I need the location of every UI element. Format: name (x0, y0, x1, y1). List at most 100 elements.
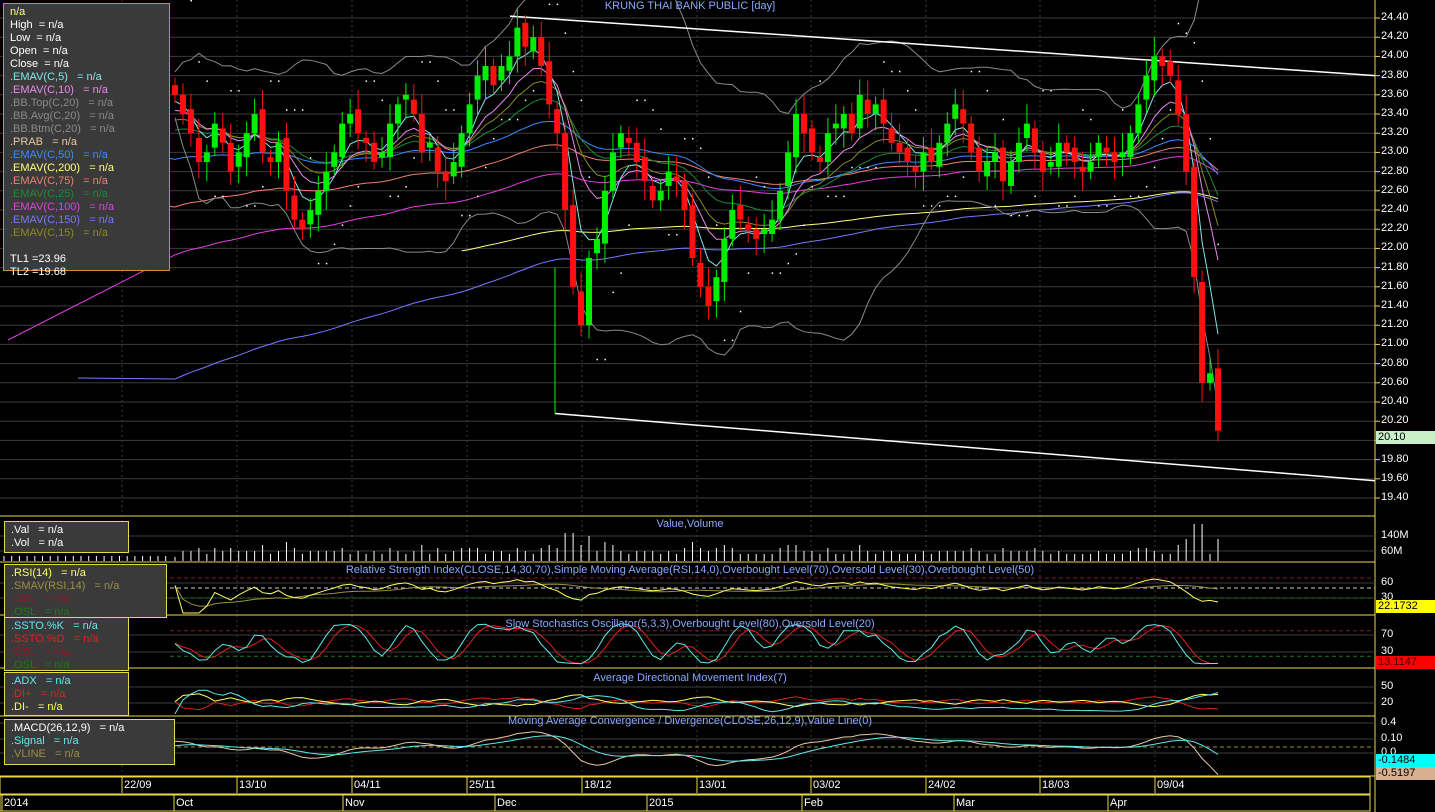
price-tick-label: 20.40 (1381, 395, 1409, 407)
candle-body (856, 94, 863, 129)
parabolic-sar-dot (341, 224, 344, 226)
parabolic-sar-dot (930, 205, 933, 207)
candle-body (466, 104, 473, 134)
parabolic-sar-dot (469, 214, 471, 217)
legend-entry: .EMAV(C,25) = n/a (10, 188, 108, 200)
parabolic-sar-dot (906, 90, 909, 92)
parabolic-sar-dot (445, 109, 447, 111)
candle-body (1023, 123, 1030, 138)
candle-body (832, 123, 839, 129)
legend-entry: TL1 =23.96 (10, 253, 66, 265)
candle-body (1039, 152, 1046, 172)
candle-body (1199, 282, 1206, 383)
last-price-tag: 20.10 (1376, 431, 1435, 444)
parabolic-sar-dot (692, 138, 694, 140)
legend-entry: Open = n/a (10, 45, 68, 57)
stock-chart[interactable] (0, 0, 1435, 812)
candle-body (729, 210, 736, 239)
parabolic-sar-dot (309, 157, 312, 159)
parabolic-sar-dot (1153, 166, 1156, 169)
parabolic-sar-dot (1082, 109, 1084, 111)
parabolic-sar-dot (357, 186, 360, 188)
parabolic-sar-dot (285, 109, 288, 111)
candle-body (227, 142, 234, 172)
candle-body (283, 138, 290, 191)
candle-body (251, 114, 258, 134)
parabolic-sar-dot (381, 99, 384, 102)
candle-body (992, 152, 999, 162)
candle-body (1191, 166, 1198, 278)
candle-body (1183, 114, 1190, 172)
parabolic-sar-dot (875, 166, 877, 169)
date-tick-label: 18/12 (584, 779, 612, 791)
parabolic-sar-dot (883, 61, 885, 63)
candle-body (824, 133, 831, 162)
candle-body (418, 114, 425, 153)
parabolic-sar-dot (453, 109, 455, 111)
ssto-last-tag: 13.1147 (1376, 656, 1435, 669)
candle-body (386, 123, 393, 158)
candle-body (657, 190, 664, 201)
candle-body (928, 147, 935, 162)
parabolic-sar-dot (731, 339, 734, 342)
parabolic-sar-dot (1002, 118, 1005, 121)
legend-entry: .Signal = n/a (11, 735, 79, 747)
parabolic-sar-dot (580, 99, 583, 102)
legend-entry: .BB.Top(C,20) = n/a (10, 97, 114, 109)
month-label: Apr (1110, 797, 1128, 809)
price-tick-label: 21.80 (1381, 260, 1409, 273)
parabolic-sar-dot (349, 205, 352, 207)
parabolic-sar-dot (214, 195, 216, 198)
candle-body (593, 238, 600, 254)
candle-body (1079, 166, 1086, 172)
parabolic-sar-dot (572, 70, 575, 73)
parabolic-sar-dot (970, 70, 973, 73)
candle-body (785, 152, 792, 186)
parabolic-sar-dot (254, 205, 256, 207)
ssto-tick: 30 (1381, 645, 1394, 654)
volume-panel-title: Value,Volume (656, 518, 724, 530)
candle-body (816, 157, 823, 162)
candle-body (546, 61, 553, 105)
candle-body (203, 152, 210, 162)
adx-panel-title: Average Directional Movement Index(7) (593, 672, 787, 684)
parabolic-sar-dot (1074, 195, 1076, 198)
candle-body (506, 56, 513, 71)
candle-body (848, 114, 855, 134)
legend-entry: .MACD(26,12,9) = n/a (11, 722, 125, 734)
candle-body (800, 114, 807, 134)
month-label: Dec (497, 797, 517, 809)
candle-body (968, 123, 975, 153)
candle-body (1111, 152, 1118, 162)
parabolic-sar-dot (899, 70, 901, 73)
parabolic-sar-dot (1050, 90, 1052, 92)
candle-body (904, 147, 911, 162)
parabolic-sar-dot (1098, 205, 1100, 207)
legend-entry: .BB.Avg(C,20) = n/a (10, 110, 115, 122)
macd-panel-title: Moving Average Convergence / Divergence(… (507, 715, 873, 727)
price-tick-label: 24.00 (1381, 49, 1409, 62)
price-tick-label: 24.20 (1381, 30, 1409, 43)
candle-body (211, 123, 218, 148)
candle-body (379, 152, 386, 158)
rsi-tick: 30 (1381, 591, 1394, 600)
parabolic-sar-dot (1161, 138, 1164, 140)
candle-body (442, 171, 449, 182)
candle-body (769, 219, 776, 234)
parabolic-sar-dot (405, 186, 407, 188)
adx-tick: 50 (1381, 680, 1394, 692)
month-label: Feb (804, 797, 823, 809)
date-tick-label: 09/04 (1157, 779, 1185, 791)
legend-entry: .EMAV(C,5) = n/a (10, 71, 102, 83)
parabolic-sar-dot (612, 291, 614, 294)
candle-body (761, 229, 768, 234)
parabolic-sar-dot (301, 109, 304, 111)
parabolic-sar-dot (644, 99, 646, 102)
legend-entry: .EMAV(C,15) = n/a (10, 227, 108, 239)
parabolic-sar-dot (668, 234, 670, 236)
parabolic-sar-dot (596, 358, 598, 361)
parabolic-sar-dot (270, 80, 272, 82)
legend-entry: Low = n/a (10, 32, 62, 44)
parabolic-sar-dot (190, 0, 192, 2)
candle-body (586, 258, 593, 326)
